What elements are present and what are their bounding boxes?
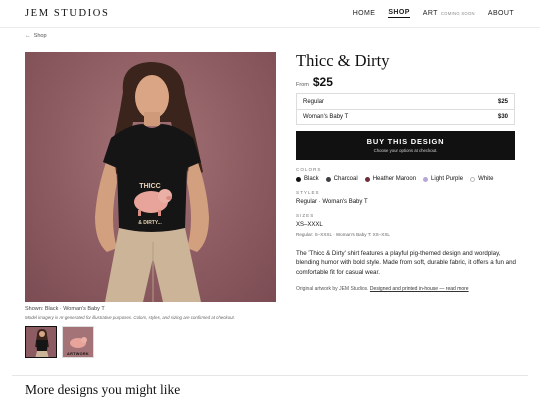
product-price: $25 — [312, 75, 333, 89]
option-price: $25 — [497, 98, 508, 105]
product-main-image[interactable]: THICC & DIRTY... — [25, 52, 276, 302]
nav-shop[interactable]: SHOP — [388, 9, 410, 18]
styles-heading: STYLES — [296, 190, 320, 195]
nav-home[interactable]: HOME — [353, 10, 376, 17]
main-nav: HOME SHOP ART COMING SOON ABOUT — [340, 9, 514, 18]
thumbnail-model-image — [26, 327, 56, 357]
option-regular[interactable]: Regular $25 — [297, 94, 514, 109]
color-dot — [325, 176, 331, 182]
credit-text: Original artwork by JEM Studios. — [296, 286, 369, 292]
color-heather-maroon: Heather Maroon — [364, 176, 417, 182]
more-designs-heading: More designs you might like — [25, 382, 181, 397]
coming-soon-badge: COMING SOON — [440, 11, 475, 16]
sizes-detail: Regular: S–XXXL · Woman's Baby T: XS–XXL — [296, 232, 390, 237]
buy-button-label: BUY THIS DESIGN — [366, 137, 445, 146]
color-name: Heather Maroon — [372, 176, 417, 182]
artwork-credit: Original artwork by JEM Studios. Designe… — [296, 286, 469, 292]
arrow-left-icon: ← — [25, 33, 31, 39]
sizes-value: XS–XXXL — [296, 222, 323, 228]
color-white: White — [470, 176, 493, 182]
thumbnail-artwork-label: ARTWORK — [67, 352, 89, 356]
color-dot — [423, 176, 429, 182]
color-charcoal: Charcoal — [325, 176, 358, 182]
color-name: Charcoal — [333, 176, 358, 182]
color-black: Black — [296, 176, 319, 182]
sizes-heading: SIZES — [296, 213, 315, 218]
nav-art-label: ART — [422, 10, 438, 17]
brand-logo[interactable]: JEM STUDIOS — [25, 8, 109, 19]
price-prefix: From — [296, 82, 309, 88]
back-to-shop-link[interactable]: ← Shop — [25, 33, 47, 39]
option-womans-baby-t[interactable]: Woman's Baby T $30 — [297, 109, 514, 124]
shirt-text-top: THICC — [139, 183, 160, 190]
color-dot — [364, 176, 370, 182]
shirt-text-bottom: & DIRTY... — [138, 220, 162, 226]
colors-heading: COLORS — [296, 167, 322, 172]
option-name: Woman's Baby T — [303, 114, 349, 120]
buy-this-design-button[interactable]: BUY THIS DESIGN Choose your options at c… — [296, 131, 515, 160]
buy-button-sublabel: Choose your options at checkout. — [373, 148, 438, 153]
color-name: White — [478, 176, 494, 182]
image-caption: Shown: Black · Woman's Baby T — [25, 306, 105, 312]
price-row: From $25 — [296, 75, 333, 89]
nav-about[interactable]: ABOUT — [488, 10, 514, 17]
styles-value: Regular · Woman's Baby T — [296, 199, 368, 205]
variant-options: Regular $25 Woman's Baby T $30 — [296, 93, 515, 125]
color-list: Black Charcoal Heather Maroon Light Purp… — [296, 176, 500, 182]
option-name: Regular — [303, 98, 325, 105]
product-title: Thicc & Dirty — [296, 51, 390, 70]
model-illustration: THICC & DIRTY... — [95, 62, 209, 302]
section-divider — [12, 375, 528, 376]
color-name: Black — [304, 176, 319, 182]
color-dot — [296, 176, 301, 182]
ai-disclaimer: Model imagery is AI-generated for illust… — [25, 315, 235, 320]
back-label: Shop — [33, 33, 47, 39]
thumbnail-model[interactable] — [25, 326, 57, 358]
color-light-purple: Light Purple — [423, 176, 463, 182]
site-header: JEM STUDIOS HOME SHOP ART COMING SOON ABO… — [0, 0, 540, 28]
color-name: Light Purple — [431, 176, 464, 182]
nav-art[interactable]: ART COMING SOON — [423, 10, 475, 17]
read-more-link[interactable]: Designed and printed in-house — read mor… — [370, 286, 469, 292]
color-dot — [470, 176, 476, 182]
option-price: $30 — [497, 114, 508, 120]
product-description: The 'Thicc & Dirty' shirt features a pla… — [296, 250, 517, 276]
